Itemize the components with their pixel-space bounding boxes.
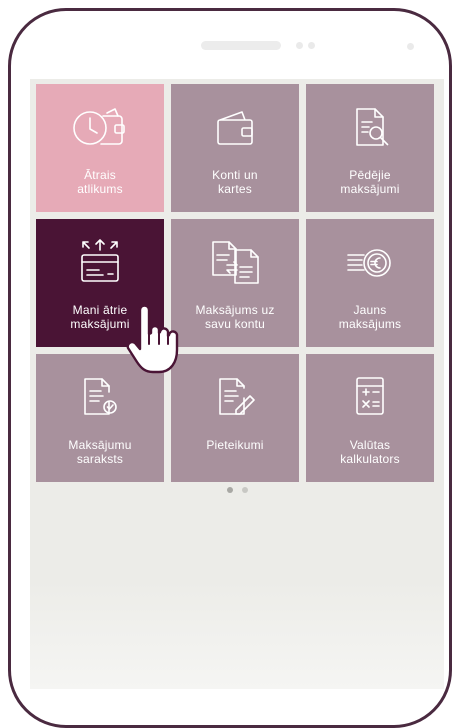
tile-atrais-atlikums[interactable]: Ātrais atlikums [36,84,164,212]
tile-label: Ātrais atlikums [77,168,123,196]
page-dot-active[interactable] [226,487,233,493]
document-edit-icon [219,378,255,415]
tile-label: Valūtas kalkulators [340,438,400,466]
tile-pedejie-maksajumi[interactable]: Pēdējie maksājumi [306,84,434,212]
tile-label: Pieteikumi [206,438,264,452]
phone-speaker [201,41,281,50]
tile-jauns-maksajums[interactable]: Jauns maksājums [306,219,434,347]
card-arrows-icon [81,239,119,282]
tile-konti-un-kartes[interactable]: Konti un kartes [171,84,299,212]
documents-transfer-icon [212,241,259,284]
tile-maksajums-uz-savu-kontu[interactable]: Maksājums uz savu kontu [171,219,299,347]
phone-sensor [296,42,303,49]
tile-pieteikumi[interactable]: Pieteikumi [171,354,299,482]
tile-label: Pēdējie maksājumi [340,168,400,196]
wallet-icon [217,111,253,145]
tile-valutas-kalkulators[interactable]: Valūtas kalkulators [306,354,434,482]
hand-pointer-icon [126,306,179,374]
page-indicator [30,487,444,493]
page-dot[interactable] [241,487,248,493]
tile-label: Maksājumu saraksts [68,438,132,466]
app-screen: Ātrais atlikums Konti un kartes Pēdējie … [30,79,444,689]
calculator-icon [356,377,384,415]
tile-label: Maksājums uz savu kontu [195,303,275,331]
euro-coin-icon [347,249,391,277]
document-search-icon [356,108,389,146]
phone-camera [407,43,414,50]
document-check-icon [84,378,117,415]
tile-label: Konti un kartes [212,168,258,196]
clock-wallet-icon [73,108,125,145]
phone-sensor [308,42,315,49]
screen-fade [30,579,444,689]
tile-label: Jauns maksājums [338,303,402,331]
